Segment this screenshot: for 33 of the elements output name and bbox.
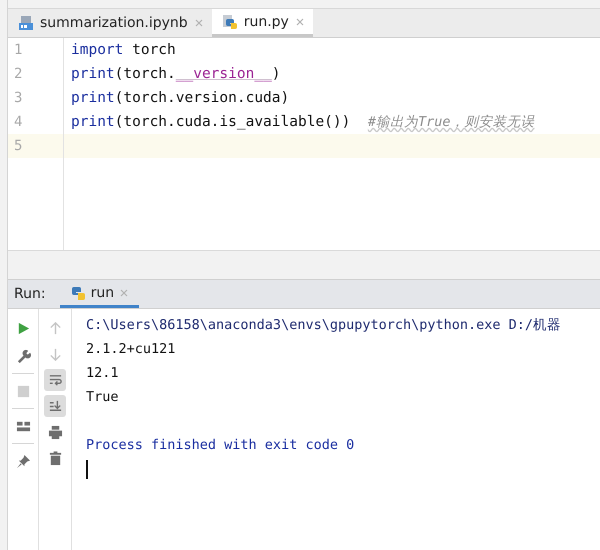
exit-message: Process finished with exit code 0 <box>86 436 356 455</box>
python-file-icon <box>222 14 238 30</box>
close-icon[interactable] <box>294 16 305 26</box>
code-text: import torch <box>71 42 176 58</box>
trash-icon <box>48 450 62 466</box>
scroll-to-end-icon <box>48 398 62 414</box>
console-line: C:\Users\86158\anaconda3\envs\gpupytorch\python.exe D:/机器 <box>86 316 562 335</box>
code-text: print(torch.version.cuda) <box>71 90 290 106</box>
console-line: 2.1.2+cu121 <box>86 340 176 359</box>
code-text: print(torch.__version__) <box>71 66 281 82</box>
pin-icon <box>16 454 30 468</box>
line-number: 3 <box>13 90 24 106</box>
python-icon <box>70 284 86 300</box>
console-line: 12.1 <box>86 364 120 383</box>
soft-wrap-icon <box>48 372 62 388</box>
console-line: True <box>86 388 120 407</box>
code-text: print(torch.cuda.is_available()) #输出为True，则安装无误 <box>71 113 534 131</box>
toolbar-button[interactable] <box>44 395 66 417</box>
wrench-icon <box>16 348 30 364</box>
line-number: 1 <box>13 42 24 58</box>
notebook-file-icon <box>18 15 34 31</box>
toolbar-button[interactable] <box>44 369 66 391</box>
run-tab[interactable]: run <box>60 280 140 308</box>
editor-tab[interactable]: summarization.ipynb <box>8 9 212 37</box>
up-arrow-icon <box>48 320 62 336</box>
printer-icon <box>48 424 62 440</box>
editor-tab[interactable]: run.py <box>212 9 313 37</box>
line-number: 5 <box>13 138 24 154</box>
run-label: Run: <box>13 286 47 302</box>
line-number: 2 <box>13 66 24 82</box>
down-arrow-icon <box>48 346 62 362</box>
stop-icon <box>16 384 30 398</box>
line-number: 4 <box>13 114 24 130</box>
